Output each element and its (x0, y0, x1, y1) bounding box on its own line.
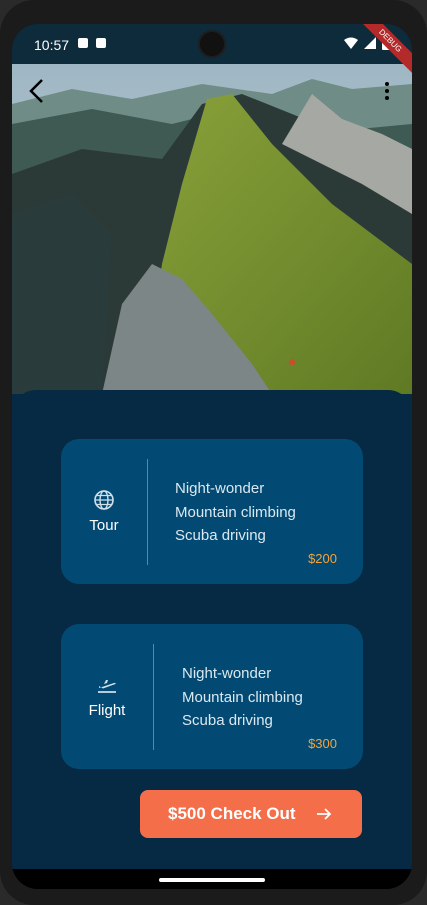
notification-icons (78, 38, 106, 48)
flight-card[interactable]: Flight Night-wonder Mountain climbing Sc… (61, 624, 363, 769)
arrow-forward-icon (317, 808, 332, 820)
tour-items: Night-wonder Mountain climbing Scuba dri… (175, 477, 296, 548)
back-arrow-icon[interactable] (22, 76, 52, 106)
flight-item: Mountain climbing (182, 688, 303, 706)
phone-screen: 10:57 DEBUG Tour Night-wonder Mountain c… (12, 24, 412, 889)
flight-item: Scuba driving (182, 712, 273, 729)
gesture-nav-bar (12, 869, 412, 889)
card-divider (147, 459, 148, 565)
flight-title: Flight (88, 702, 126, 719)
flight-items: Night-wonder Mountain climbing Scuba dri… (182, 662, 303, 733)
hero-image (12, 64, 412, 394)
status-time: 10:57 (34, 37, 70, 53)
mountain-photo (12, 64, 412, 394)
flight-item: Night-wonder (182, 665, 272, 682)
tour-title: Tour (89, 517, 119, 534)
tour-card-header: Tour (61, 439, 147, 584)
details-sheet: Tour Night-wonder Mountain climbing Scub… (12, 390, 412, 869)
tour-card[interactable]: Tour Night-wonder Mountain climbing Scub… (61, 439, 363, 584)
tour-item: Scuba driving (175, 527, 266, 544)
tour-item: Night-wonder (175, 480, 265, 497)
status-bar: 10:57 DEBUG (12, 24, 412, 75)
shield-icon (78, 38, 88, 48)
checkout-button[interactable]: $500 Check Out (140, 790, 362, 838)
flight-takeoff-icon (98, 680, 116, 693)
wifi-icon (344, 37, 358, 49)
flight-card-header: Flight (61, 624, 153, 769)
tour-item: Mountain climbing (175, 503, 296, 521)
more-vert-icon[interactable] (372, 76, 402, 106)
phone-frame: 10:57 DEBUG Tour Night-wonder Mountain c… (0, 0, 427, 905)
globe-icon (94, 490, 114, 510)
a-icon (96, 38, 106, 48)
flight-price: $300 (308, 736, 337, 751)
app-screen: 10:57 DEBUG Tour Night-wonder Mountain c… (12, 24, 412, 869)
tour-price: $200 (308, 551, 337, 566)
checkout-label: $500 Check Out (168, 804, 296, 823)
signal-icon (364, 37, 376, 49)
camera-cutout (200, 32, 224, 56)
card-divider (153, 644, 154, 750)
home-indicator[interactable] (159, 878, 265, 882)
